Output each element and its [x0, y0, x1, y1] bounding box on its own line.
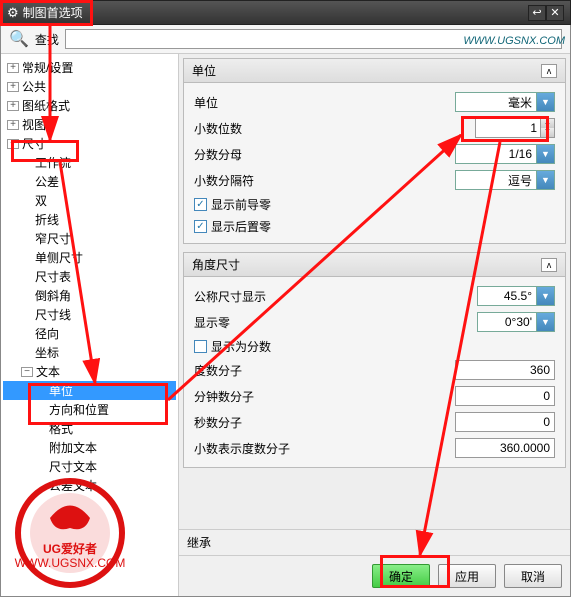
- tree-node-view[interactable]: +视图: [3, 115, 176, 134]
- decimals-spinner[interactable]: ▲▼: [475, 118, 555, 138]
- min-num-input[interactable]: [455, 386, 555, 406]
- tree-node-radial[interactable]: 径向: [3, 324, 176, 343]
- close-button[interactable]: ✕: [546, 5, 564, 21]
- window-body: 🔍 查找 +常规/设置 +公共 +图纸格式 +视图 −尺寸 工作流 公差 双 折…: [0, 25, 571, 597]
- chevron-down-icon: ▼: [536, 93, 554, 111]
- label-dec-deg: 小数表示度数分子: [194, 440, 455, 457]
- dec-deg-input[interactable]: [455, 438, 555, 458]
- tree-node-common[interactable]: +公共: [3, 77, 176, 96]
- separator-dropdown[interactable]: 逗号▼: [455, 170, 555, 190]
- tree-node-tol-text[interactable]: 公差文本: [3, 476, 176, 495]
- fraction-dropdown[interactable]: 1/16▼: [455, 144, 555, 164]
- label-min-num: 分钟数分子: [194, 388, 455, 405]
- label-decimals: 小数位数: [194, 120, 475, 137]
- tree-node-jog[interactable]: 折线: [3, 210, 176, 229]
- deg-num-input[interactable]: [455, 360, 555, 380]
- check-icon: ✓: [194, 220, 207, 233]
- tree-node-dim-text[interactable]: 尺寸文本: [3, 457, 176, 476]
- group-angle: 角度尺寸ʌ 公称尺寸显示 45.5°▼ 显示零 0°30'▼ 显示为分数 度数分…: [183, 252, 566, 468]
- check-icon: ✓: [194, 198, 207, 211]
- tree-node-general[interactable]: +常规/设置: [3, 58, 176, 77]
- label-unit: 单位: [194, 94, 455, 111]
- tree-node-dim-line[interactable]: 尺寸线: [3, 305, 176, 324]
- label-sec-num: 秒数分子: [194, 414, 455, 431]
- collapse-icon[interactable]: ʌ: [541, 64, 557, 78]
- check-icon: [194, 340, 207, 353]
- chevron-down-icon: ▼: [536, 287, 554, 305]
- chevron-down-icon: ▼: [536, 171, 554, 189]
- group-units: 单位ʌ 单位 毫米▼ 小数位数 ▲▼ 分数分母 1/16▼ 小数分隔符 逗号▼ …: [183, 58, 566, 244]
- trailing-zero-checkbox[interactable]: ✓显示后置零: [194, 215, 555, 237]
- tree-node-dual[interactable]: 双: [3, 191, 176, 210]
- tree-node-tolerance[interactable]: 公差: [3, 172, 176, 191]
- group-units-header[interactable]: 单位ʌ: [184, 59, 565, 83]
- tree-node-narrow[interactable]: 窄尺寸: [3, 229, 176, 248]
- window-title: 制图首选项: [23, 4, 83, 21]
- tree-node-single-side[interactable]: 单侧尺寸: [3, 248, 176, 267]
- label-deg-num: 度数分子: [194, 362, 455, 379]
- collapse-icon[interactable]: ʌ: [541, 258, 557, 272]
- tree-node-dim-table[interactable]: 尺寸表: [3, 267, 176, 286]
- tree-node-drawing-format[interactable]: +图纸格式: [3, 96, 176, 115]
- label-show-zero: 显示零: [194, 314, 477, 331]
- binoculars-icon: 🔍: [9, 29, 29, 49]
- watermark-text: WWW.UGSNX.COM: [463, 35, 565, 47]
- gear-icon: ⚙: [7, 5, 19, 21]
- label-fraction: 分数分母: [194, 146, 455, 163]
- button-row: 确定 应用 取消: [179, 555, 570, 596]
- leading-zero-checkbox[interactable]: ✓显示前导零: [194, 193, 555, 215]
- nominal-dropdown[interactable]: 45.5°▼: [477, 286, 555, 306]
- tree-node-format[interactable]: 格式: [3, 419, 176, 438]
- zero-dropdown[interactable]: 0°30'▼: [477, 312, 555, 332]
- nav-tree[interactable]: +常规/设置 +公共 +图纸格式 +视图 −尺寸 工作流 公差 双 折线 窄尺寸…: [1, 54, 179, 596]
- chevron-down-icon: ▼: [536, 313, 554, 331]
- tree-node-dimension[interactable]: −尺寸: [3, 134, 176, 153]
- label-nominal: 公称尺寸显示: [194, 288, 477, 305]
- sec-num-input[interactable]: [455, 412, 555, 432]
- chevron-down-icon: ▼: [536, 145, 554, 163]
- inherit-section[interactable]: 继承: [179, 529, 570, 555]
- tree-node-append[interactable]: 附加文本: [3, 438, 176, 457]
- label-separator: 小数分隔符: [194, 172, 455, 189]
- tree-node-ordinate[interactable]: 坐标: [3, 343, 176, 362]
- group-angle-header[interactable]: 角度尺寸ʌ: [184, 253, 565, 277]
- cancel-button[interactable]: 取消: [504, 564, 562, 588]
- tree-node-text[interactable]: −文本: [3, 362, 176, 381]
- ok-button[interactable]: 确定: [372, 564, 430, 588]
- tree-node-workflow[interactable]: 工作流: [3, 153, 176, 172]
- decimals-input[interactable]: [476, 119, 540, 137]
- as-fraction-checkbox[interactable]: 显示为分数: [194, 335, 555, 357]
- apply-button[interactable]: 应用: [438, 564, 496, 588]
- tree-node-orientation[interactable]: 方向和位置: [3, 400, 176, 419]
- tree-node-units[interactable]: 单位: [3, 381, 176, 400]
- tree-node-chamfer[interactable]: 倒斜角: [3, 286, 176, 305]
- search-label: 查找: [35, 31, 59, 48]
- undo-button[interactable]: ↩: [528, 5, 546, 21]
- unit-dropdown[interactable]: 毫米▼: [455, 92, 555, 112]
- titlebar: ⚙ 制图首选项 ↩ ✕: [0, 0, 571, 25]
- settings-panel: 单位ʌ 单位 毫米▼ 小数位数 ▲▼ 分数分母 1/16▼ 小数分隔符 逗号▼ …: [179, 54, 570, 596]
